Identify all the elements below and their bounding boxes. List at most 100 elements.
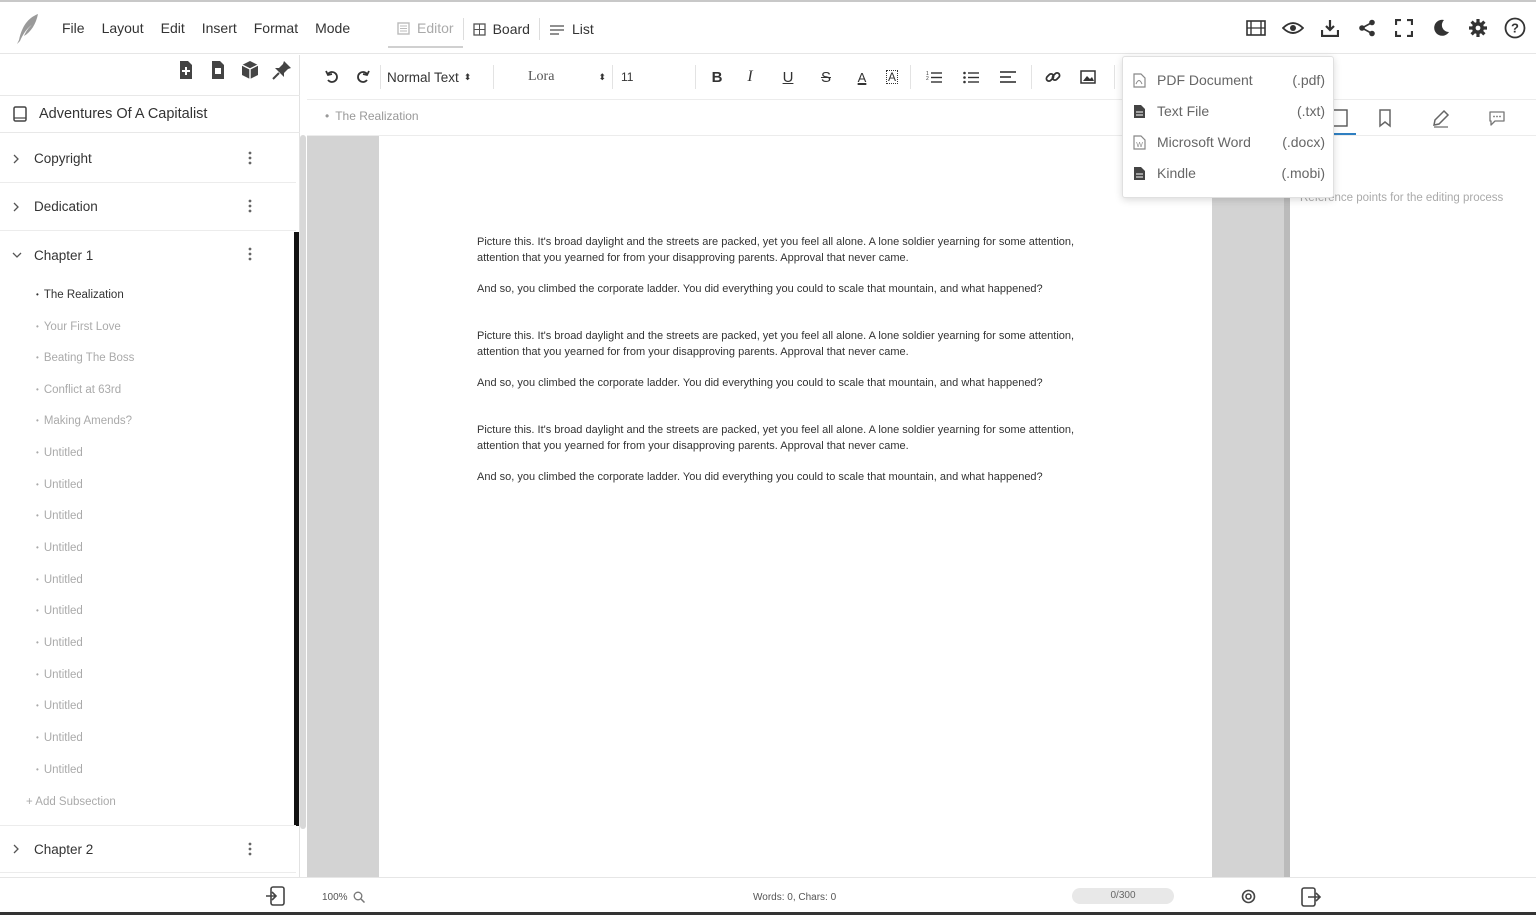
subsection-item[interactable]: Untitled bbox=[36, 669, 83, 681]
share-icon[interactable] bbox=[1354, 15, 1380, 41]
feather-logo-icon[interactable] bbox=[14, 12, 42, 46]
chevron-right-icon[interactable] bbox=[12, 844, 28, 854]
collapse-panel-icon[interactable] bbox=[1300, 886, 1322, 908]
add-subsection-link[interactable]: + Add Subsection bbox=[26, 796, 116, 808]
section-row-chapter-1[interactable]: Chapter 1 bbox=[0, 231, 296, 279]
export-word[interactable]: W Microsoft Word (.docx) bbox=[1123, 127, 1335, 157]
align-left-icon[interactable] bbox=[991, 64, 1025, 90]
collapse-sidebar-icon[interactable] bbox=[264, 885, 286, 907]
link-icon[interactable] bbox=[1038, 64, 1068, 90]
font-select[interactable]: Lora ⬍ bbox=[500, 64, 606, 90]
kebab-menu-icon[interactable] bbox=[248, 842, 252, 856]
menu-file[interactable]: File bbox=[62, 20, 85, 36]
subsection-item[interactable]: Untitled bbox=[36, 637, 83, 649]
kebab-menu-icon[interactable] bbox=[248, 151, 252, 165]
paragraph[interactable]: Picture this. It's broad daylight and th… bbox=[477, 234, 1107, 266]
bullet-list-icon[interactable] bbox=[951, 64, 991, 90]
export-kindle[interactable]: Kindle (.mobi) bbox=[1123, 158, 1335, 188]
subsection-item[interactable]: Untitled bbox=[36, 764, 83, 776]
cube-icon[interactable] bbox=[239, 59, 261, 81]
underline-icon[interactable]: U bbox=[768, 64, 808, 90]
menu-edit[interactable]: Edit bbox=[161, 20, 185, 36]
add-page-icon[interactable] bbox=[207, 59, 229, 81]
editor-page[interactable]: Picture this. It's broad daylight and th… bbox=[379, 136, 1212, 877]
menu-insert[interactable]: Insert bbox=[202, 20, 237, 36]
subsection-item[interactable]: Untitled bbox=[36, 605, 83, 617]
paragraph[interactable]: And so, you climbed the corporate ladder… bbox=[477, 281, 1107, 297]
highlight-icon[interactable]: A bbox=[880, 64, 904, 90]
export-pdf[interactable]: PDF Document (.pdf) bbox=[1123, 65, 1335, 95]
toolbar-divider bbox=[493, 65, 494, 89]
section-row[interactable]: Dedication bbox=[0, 183, 296, 231]
chevron-right-icon[interactable] bbox=[12, 202, 28, 212]
eye-icon[interactable] bbox=[1280, 15, 1306, 41]
section-row[interactable]: Copyright bbox=[0, 135, 296, 183]
subsection-item[interactable]: Untitled bbox=[36, 510, 83, 522]
paragraph[interactable]: Picture this. It's broad daylight and th… bbox=[477, 422, 1107, 454]
mode-editor[interactable]: Editor bbox=[388, 10, 463, 48]
subsection-item[interactable]: Untitled bbox=[36, 542, 83, 554]
subsection-item[interactable]: Making Amends? bbox=[36, 415, 132, 427]
subsection-item[interactable]: Your First Love bbox=[36, 321, 121, 333]
bold-icon[interactable]: B bbox=[702, 64, 732, 90]
subsection-item[interactable]: The Realization bbox=[36, 289, 124, 301]
bookmark-icon[interactable] bbox=[1375, 108, 1395, 128]
mode-list-label: List bbox=[571, 21, 594, 37]
paragraph[interactable]: And so, you climbed the corporate ladder… bbox=[477, 375, 1107, 391]
ordered-list-icon[interactable]: 12 bbox=[917, 64, 951, 90]
list-icon bbox=[549, 24, 564, 35]
help-icon[interactable]: ? bbox=[1502, 15, 1528, 41]
subsection-item[interactable]: Beating The Boss bbox=[36, 352, 135, 364]
export-ext: (.docx) bbox=[1282, 134, 1325, 150]
menu-format[interactable]: Format bbox=[254, 20, 298, 36]
chevron-right-icon[interactable] bbox=[12, 154, 28, 164]
mode-board[interactable]: Board bbox=[464, 10, 539, 48]
kebab-menu-icon[interactable] bbox=[248, 247, 252, 261]
board-icon bbox=[472, 22, 486, 36]
section-label: Dedication bbox=[34, 199, 98, 214]
italic-icon[interactable]: I bbox=[732, 64, 768, 90]
pencil-icon[interactable] bbox=[1431, 108, 1451, 128]
paragraph[interactable]: Picture this. It's broad daylight and th… bbox=[477, 328, 1107, 360]
undo-button[interactable] bbox=[320, 64, 344, 90]
zoom-control[interactable]: 100% bbox=[322, 891, 365, 903]
word-goal-progress[interactable]: 0/300 bbox=[1072, 888, 1174, 904]
subsection-item[interactable]: Conflict at 63rd bbox=[36, 384, 121, 396]
film-icon[interactable] bbox=[1243, 15, 1269, 41]
redo-button[interactable] bbox=[350, 64, 374, 90]
subsection-item[interactable]: Untitled bbox=[36, 574, 83, 586]
fullscreen-icon[interactable] bbox=[1391, 15, 1417, 41]
menu-layout[interactable]: Layout bbox=[102, 20, 144, 36]
zoom-icon[interactable] bbox=[353, 891, 365, 903]
export-text-file[interactable]: Text File (.txt) bbox=[1123, 96, 1335, 126]
toolbar-divider bbox=[695, 65, 696, 89]
toolbar-divider bbox=[910, 65, 911, 89]
add-section-icon[interactable] bbox=[175, 59, 197, 81]
subsection-item[interactable]: Untitled bbox=[36, 700, 83, 712]
subsection-item[interactable]: Untitled bbox=[36, 732, 83, 744]
strikethrough-icon[interactable]: S bbox=[808, 64, 844, 90]
subsection-item[interactable]: Untitled bbox=[36, 447, 83, 459]
font-size-input[interactable]: 11 bbox=[619, 64, 689, 90]
download-icon[interactable] bbox=[1317, 15, 1343, 41]
editor-icon bbox=[397, 21, 410, 35]
dark-mode-moon-icon[interactable] bbox=[1428, 15, 1454, 41]
text-style-select[interactable]: Normal Text ⬍ bbox=[387, 64, 487, 90]
text-color-icon[interactable]: A bbox=[844, 64, 880, 90]
mode-list[interactable]: List bbox=[540, 10, 603, 48]
comment-icon[interactable] bbox=[1487, 108, 1507, 128]
word-file-icon: W bbox=[1133, 134, 1147, 150]
pin-icon[interactable] bbox=[271, 59, 293, 81]
subsection-item[interactable]: Untitled bbox=[36, 479, 83, 491]
gear-icon[interactable] bbox=[1465, 15, 1491, 41]
menu-mode[interactable]: Mode bbox=[315, 20, 350, 36]
sidebar-scrollbar[interactable] bbox=[300, 135, 306, 829]
zoom-level: 100% bbox=[322, 891, 348, 903]
image-icon[interactable] bbox=[1068, 64, 1108, 90]
book-title-row[interactable]: Adventures Of A Capitalist bbox=[0, 95, 300, 133]
paragraph[interactable]: And so, you climbed the corporate ladder… bbox=[477, 469, 1107, 485]
kebab-menu-icon[interactable] bbox=[248, 199, 252, 213]
section-row[interactable]: Chapter 2 bbox=[0, 825, 296, 873]
chevron-down-icon[interactable] bbox=[12, 251, 28, 259]
target-icon[interactable] bbox=[1241, 889, 1256, 904]
